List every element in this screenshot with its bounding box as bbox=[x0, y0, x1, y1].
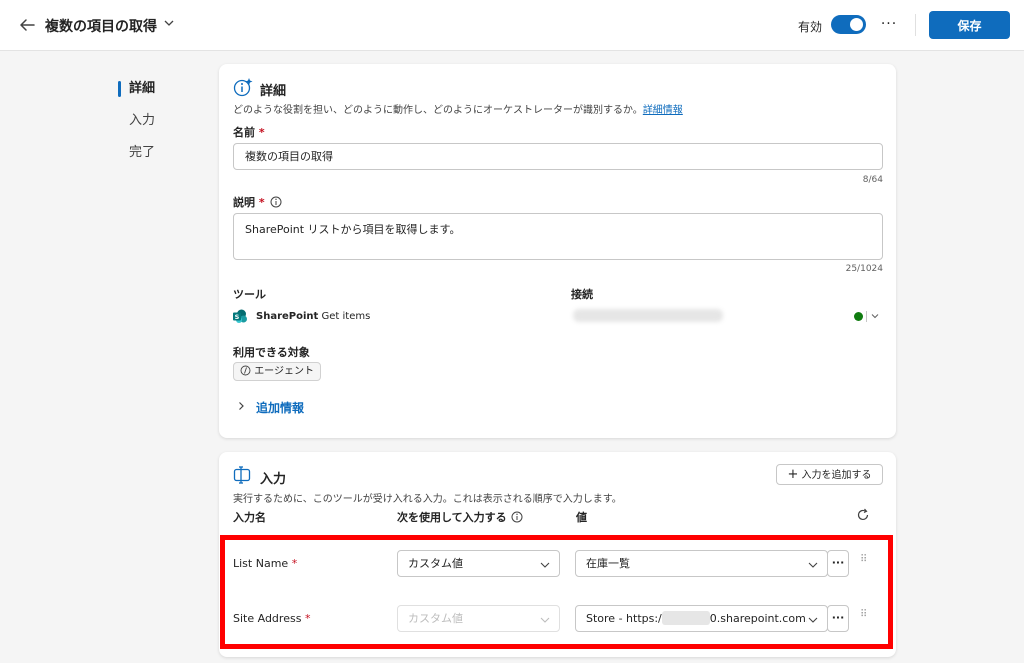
enabled-label: 有効 bbox=[798, 20, 823, 34]
value-selected: 在庫一覧 bbox=[586, 557, 630, 570]
details-title: 詳細 bbox=[260, 84, 287, 99]
agent-badge-label: エージェント bbox=[254, 366, 314, 377]
fill-method-selected: カスタム値 bbox=[408, 557, 463, 570]
column-header-value: 値 bbox=[576, 511, 587, 524]
required-asterisk: * bbox=[304, 612, 311, 625]
chevron-down-icon bbox=[540, 562, 550, 568]
site-address-redacted bbox=[661, 611, 710, 625]
fill-method-selected: カスタム値 bbox=[408, 612, 463, 625]
value-more-button[interactable]: ··· bbox=[827, 550, 849, 577]
input-name-text: Site Address bbox=[233, 612, 302, 625]
agent-icon bbox=[240, 365, 251, 376]
details-description: どのような役割を担い、どのように動作し、どのようにオーケストレーターが識別するか… bbox=[233, 101, 683, 116]
sharepoint-icon: S bbox=[233, 309, 247, 323]
chevron-down-icon[interactable] bbox=[162, 16, 176, 30]
chevron-down-icon bbox=[540, 617, 550, 623]
connected-status-icon bbox=[854, 312, 863, 321]
nav-item-inputs[interactable]: 入力 bbox=[118, 110, 155, 142]
fill-method-dropdown-disabled: カスタム値 bbox=[397, 605, 560, 632]
input-name-text: List Name bbox=[233, 557, 289, 570]
site-address-prefix: Store - https:/ bbox=[586, 612, 662, 625]
info-sparkle-icon bbox=[233, 78, 253, 97]
required-asterisk: * bbox=[258, 196, 265, 209]
drag-handle-icon[interactable]: ⠿ bbox=[860, 555, 867, 565]
name-input[interactable]: 複数の項目の取得 bbox=[233, 143, 883, 170]
inputs-title: 入力 bbox=[260, 472, 287, 487]
site-address-dropdown[interactable]: Store - https:/ 0.sharepoint.com... bbox=[575, 605, 828, 632]
drag-handle-icon[interactable]: ⠿ bbox=[860, 610, 867, 620]
nav-item-completion[interactable]: 完了 bbox=[118, 142, 155, 174]
tool-label: ツール bbox=[233, 288, 266, 301]
name-label: 名前 * bbox=[233, 124, 265, 140]
nav-item-details[interactable]: 詳細 bbox=[118, 78, 155, 110]
info-icon[interactable] bbox=[270, 196, 282, 208]
column-header-fill: 次を使用して入力する bbox=[397, 509, 523, 525]
page-title: 複数の項目の取得 bbox=[45, 19, 157, 35]
inputs-description: 実行するために、このツールが受け入れる入力。これは表示される順序で入力します。 bbox=[233, 494, 622, 505]
connection-chevron-down-icon[interactable] bbox=[870, 311, 880, 321]
required-asterisk: * bbox=[291, 557, 298, 570]
details-card: 詳細 どのような役割を担い、どのように動作し、どのようにオーケストレーターが識別… bbox=[219, 64, 896, 438]
inputs-card: 入力 + 入力を追加する 実行するために、このツールが受け入れる入力。これは表示… bbox=[219, 452, 896, 657]
add-input-button[interactable]: + 入力を追加する bbox=[776, 464, 883, 485]
available-label: 利用できる対象 bbox=[233, 346, 310, 359]
column-header-name: 入力名 bbox=[233, 511, 266, 524]
value-more-button[interactable]: ··· bbox=[827, 605, 849, 632]
save-button[interactable]: 保存 bbox=[929, 11, 1010, 39]
top-bar: 複数の項目の取得 有効 ··· 保存 bbox=[0, 0, 1024, 51]
column-header-fill-text: 次を使用して入力する bbox=[397, 511, 507, 524]
connection-label: 接続 bbox=[571, 288, 593, 301]
additional-info-toggle[interactable]: 追加情報 bbox=[256, 399, 304, 416]
description-label-text: 説明 bbox=[233, 196, 255, 209]
fill-method-dropdown[interactable]: カスタム値 bbox=[397, 550, 560, 577]
info-icon[interactable] bbox=[511, 511, 523, 523]
tool-connector-name: SharePoint bbox=[256, 311, 319, 322]
enabled-toggle[interactable] bbox=[831, 15, 866, 34]
section-nav: 詳細 入力 完了 bbox=[118, 78, 155, 174]
tool-name: SharePoint Get items bbox=[256, 311, 370, 322]
learn-more-link[interactable]: 詳細情報 bbox=[643, 105, 683, 116]
agent-badge: エージェント bbox=[233, 362, 321, 381]
name-counter: 8/64 bbox=[862, 175, 883, 185]
input-name-site-address: Site Address * bbox=[233, 612, 310, 625]
description-counter: 25/1024 bbox=[845, 264, 883, 274]
site-address-suffix: 0.sharepoint.com... bbox=[709, 612, 817, 625]
connection-value-redacted bbox=[573, 309, 723, 322]
back-arrow-icon[interactable] bbox=[16, 14, 38, 36]
input-name-list-name: List Name * bbox=[233, 557, 297, 570]
plus-icon: + bbox=[787, 467, 799, 482]
connection-divider bbox=[866, 311, 867, 322]
description-label: 説明 * bbox=[233, 194, 282, 210]
value-dropdown[interactable]: 在庫一覧 bbox=[575, 550, 828, 577]
refresh-icon[interactable] bbox=[856, 508, 870, 522]
required-asterisk: * bbox=[258, 126, 265, 139]
more-options-button[interactable]: ··· bbox=[878, 13, 900, 35]
chevron-down-icon bbox=[808, 562, 818, 568]
chevron-down-icon bbox=[807, 614, 819, 626]
toolbar-divider bbox=[915, 14, 916, 36]
description-textarea[interactable]: SharePoint リストから項目を取得します。 bbox=[233, 213, 883, 260]
toggle-knob bbox=[850, 18, 863, 31]
tool-action-name: Get items bbox=[321, 311, 371, 322]
svg-text:S: S bbox=[235, 313, 240, 321]
add-input-label: 入力を追加する bbox=[801, 470, 872, 481]
chevron-right-icon[interactable] bbox=[236, 401, 246, 411]
details-description-text: どのような役割を担い、どのように動作し、どのようにオーケストレーターが識別するか… bbox=[233, 105, 643, 116]
name-label-text: 名前 bbox=[233, 126, 255, 139]
input-field-icon bbox=[233, 466, 251, 484]
